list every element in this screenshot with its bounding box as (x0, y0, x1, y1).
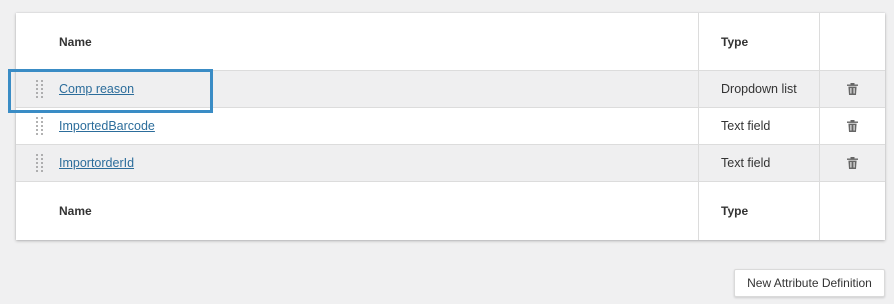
drag-handle-icon[interactable] (36, 154, 43, 172)
table-row: ImportorderId Text field (16, 145, 885, 182)
attribute-type: Text field (721, 119, 771, 133)
table-row: ImportedBarcode Text field (16, 108, 885, 145)
table-footer-row: Name Type (16, 182, 885, 240)
trash-icon[interactable] (847, 120, 858, 132)
type-column-header: Type (721, 34, 749, 49)
trash-icon[interactable] (847, 157, 858, 169)
type-column-footer: Type (721, 204, 749, 218)
attribute-type: Text field (721, 156, 771, 170)
attribute-name-link[interactable]: ImportorderId (59, 156, 134, 170)
table-header-row: Name Type (16, 13, 885, 71)
attribute-name-link[interactable]: Comp reason (59, 82, 134, 96)
drag-handle-icon[interactable] (36, 80, 43, 98)
name-column-footer: Name (59, 204, 92, 218)
attribute-name-link[interactable]: ImportedBarcode (59, 119, 155, 133)
new-attribute-definition-button[interactable]: New Attribute Definition (734, 269, 885, 297)
name-column-header: Name (59, 34, 92, 49)
trash-icon[interactable] (847, 83, 858, 95)
table-row: Comp reason Dropdown list (16, 71, 885, 108)
attribute-type: Dropdown list (721, 82, 797, 96)
attribute-definitions-table: Name Type Comp reason Dropdown list Impo… (16, 13, 885, 240)
drag-handle-icon[interactable] (36, 117, 43, 135)
